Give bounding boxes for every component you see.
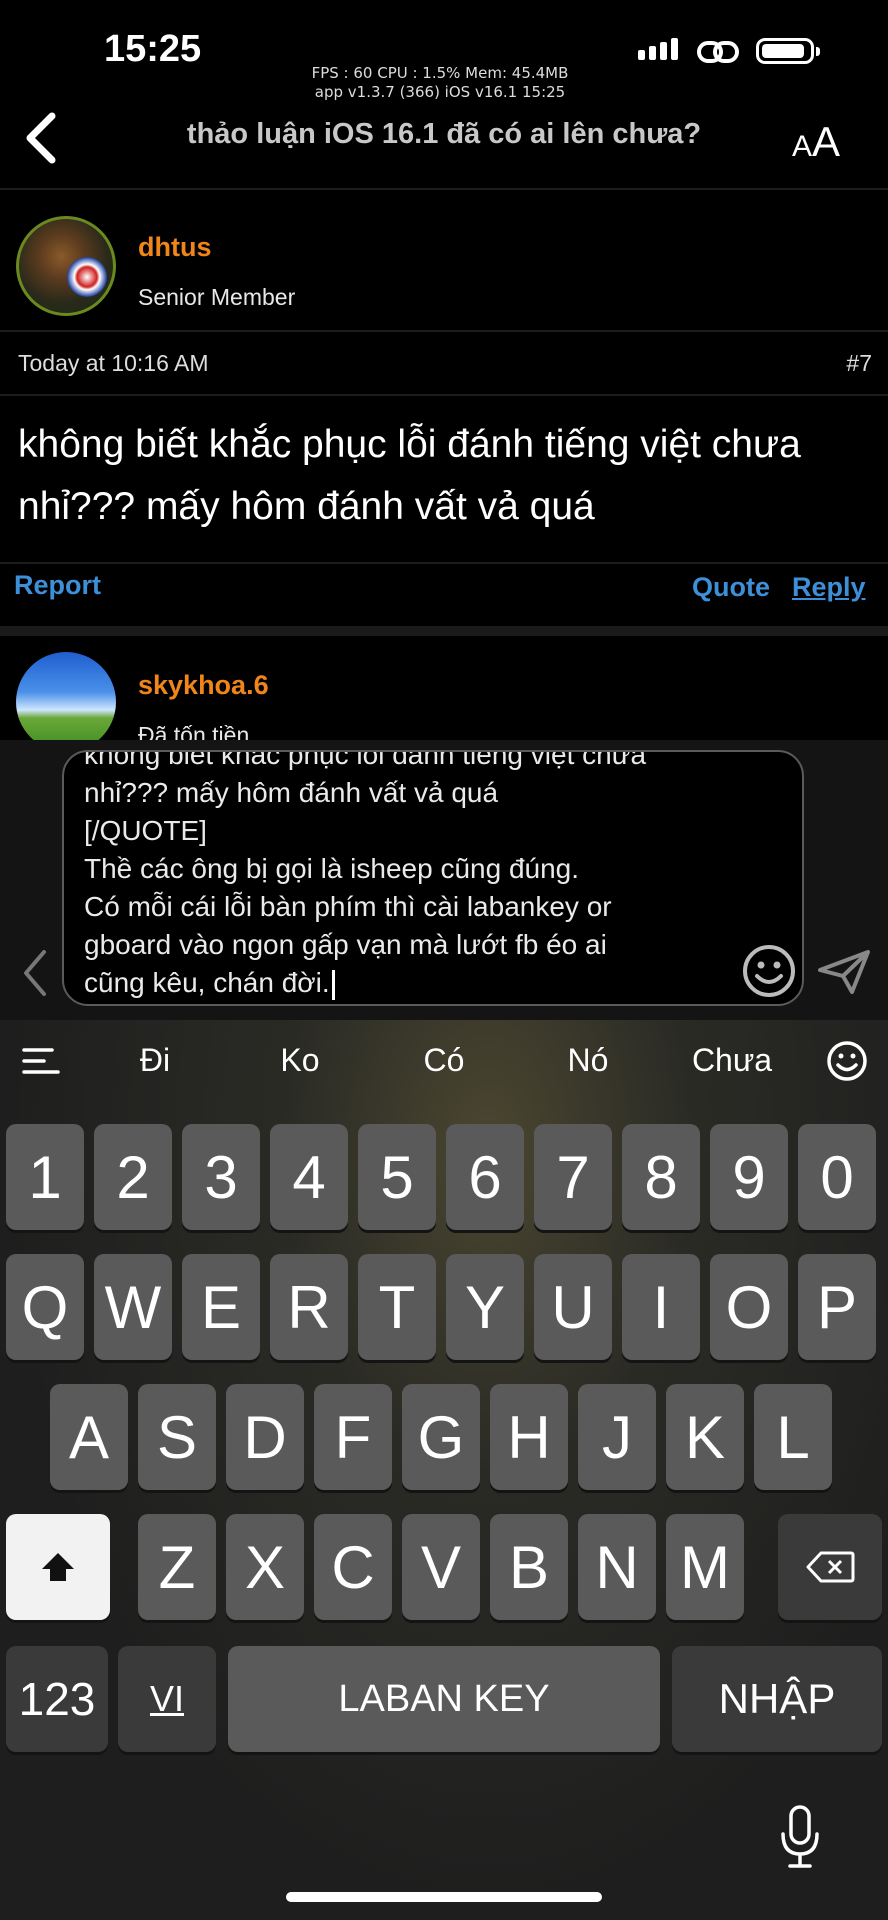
key[interactable]: 4: [270, 1124, 348, 1230]
key[interactable]: B: [490, 1514, 568, 1620]
key[interactable]: 9: [710, 1124, 788, 1230]
font-size-button[interactable]: AA: [792, 118, 840, 166]
key[interactable]: 8: [622, 1124, 700, 1230]
home-indicator[interactable]: [286, 1892, 602, 1902]
nav-divider: [0, 188, 888, 190]
thread-title: thảo luận iOS 16.1 đã có ai lên chưa?: [186, 118, 702, 150]
numbers-mode-key[interactable]: 123: [6, 1646, 108, 1752]
avatar[interactable]: [16, 652, 116, 752]
key[interactable]: V: [402, 1514, 480, 1620]
post-username[interactable]: skykhoa.6: [138, 670, 269, 701]
cellular-signal-icon: [638, 38, 678, 60]
key[interactable]: P: [798, 1254, 876, 1360]
backspace-icon: [806, 1551, 855, 1583]
key[interactable]: G: [402, 1384, 480, 1490]
backspace-key[interactable]: [778, 1514, 882, 1620]
debug-line-1: FPS : 60 CPU : 1.5% Mem: 45.4MB: [311, 64, 569, 82]
key[interactable]: A: [50, 1384, 128, 1490]
key[interactable]: O: [710, 1254, 788, 1360]
key[interactable]: 0: [798, 1124, 876, 1230]
link-icon: [696, 38, 740, 71]
key[interactable]: R: [270, 1254, 348, 1360]
key[interactable]: W: [94, 1254, 172, 1360]
space-key[interactable]: LABAN KEY: [228, 1646, 660, 1752]
battery-icon: [756, 38, 820, 64]
key[interactable]: F: [314, 1384, 392, 1490]
key[interactable]: K: [666, 1384, 744, 1490]
key[interactable]: N: [578, 1514, 656, 1620]
key[interactable]: M: [666, 1514, 744, 1620]
key[interactable]: 2: [94, 1124, 172, 1230]
key[interactable]: C: [314, 1514, 392, 1620]
key[interactable]: I: [622, 1254, 700, 1360]
reply-text: không biết khắc phục lỗi đánh tiếng việt…: [84, 750, 647, 998]
post-header-divider: [0, 330, 888, 332]
shift-arrow-icon: [42, 1553, 74, 1581]
font-size-small-label: A: [792, 130, 813, 163]
key[interactable]: E: [182, 1254, 260, 1360]
keyboard-emoji-icon[interactable]: [826, 1040, 868, 1087]
key[interactable]: 3: [182, 1124, 260, 1230]
shift-key[interactable]: [6, 1514, 110, 1620]
key[interactable]: 1: [6, 1124, 84, 1230]
font-size-large-label: A: [812, 118, 841, 165]
key[interactable]: S: [138, 1384, 216, 1490]
reply-textarea[interactable]: không biết khắc phục lỗi đánh tiếng việt…: [62, 750, 804, 1006]
suggestion[interactable]: Có: [384, 1042, 504, 1079]
key[interactable]: X: [226, 1514, 304, 1620]
key[interactable]: 5: [358, 1124, 436, 1230]
reply-link[interactable]: Reply: [792, 572, 866, 603]
post-body: không biết khắc phục lỗi đánh tiếng việt…: [18, 423, 801, 528]
key[interactable]: Q: [6, 1254, 84, 1360]
send-icon[interactable]: [816, 948, 872, 1001]
debug-overlay: FPS : 60 CPU : 1.5% Mem: 45.4MB app v1.3…: [290, 64, 590, 102]
quote-link[interactable]: Quote: [692, 572, 770, 603]
debug-line-2: app v1.3.7 (366) iOS v16.1 15:25: [314, 83, 566, 101]
key[interactable]: Y: [446, 1254, 524, 1360]
report-link[interactable]: Report: [14, 570, 101, 601]
post-meta-divider: [0, 394, 888, 396]
enter-key[interactable]: NHẬP: [672, 1646, 882, 1752]
post-timestamp: Today at 10:16 AM: [18, 350, 209, 376]
suggestion[interactable]: Chưa: [672, 1042, 792, 1079]
post-separator: [0, 626, 888, 636]
suggestion[interactable]: Nó: [528, 1042, 648, 1079]
key[interactable]: T: [358, 1254, 436, 1360]
key[interactable]: 7: [534, 1124, 612, 1230]
key[interactable]: 6: [446, 1124, 524, 1230]
back-button[interactable]: [22, 110, 62, 171]
key[interactable]: U: [534, 1254, 612, 1360]
post-actions-divider: [0, 562, 888, 564]
emoji-icon[interactable]: [742, 944, 796, 1003]
key[interactable]: J: [578, 1384, 656, 1490]
text-caret: [331, 969, 335, 1000]
language-key[interactable]: VI: [118, 1646, 216, 1752]
key[interactable]: H: [490, 1384, 568, 1490]
key[interactable]: D: [226, 1384, 304, 1490]
post-username[interactable]: dhtus: [138, 232, 212, 263]
avatar[interactable]: [16, 216, 116, 316]
post-number[interactable]: #7: [846, 350, 872, 377]
microphone-icon[interactable]: [778, 1804, 822, 1875]
key[interactable]: L: [754, 1384, 832, 1490]
suggestion[interactable]: Đi: [95, 1042, 215, 1079]
status-time: 15:25: [104, 28, 202, 70]
collapse-composer-button[interactable]: [20, 948, 50, 1003]
keyboard-menu-icon[interactable]: [22, 1044, 62, 1083]
post-user-role: Senior Member: [138, 284, 296, 310]
suggestion[interactable]: Ko: [240, 1042, 360, 1079]
key[interactable]: Z: [138, 1514, 216, 1620]
